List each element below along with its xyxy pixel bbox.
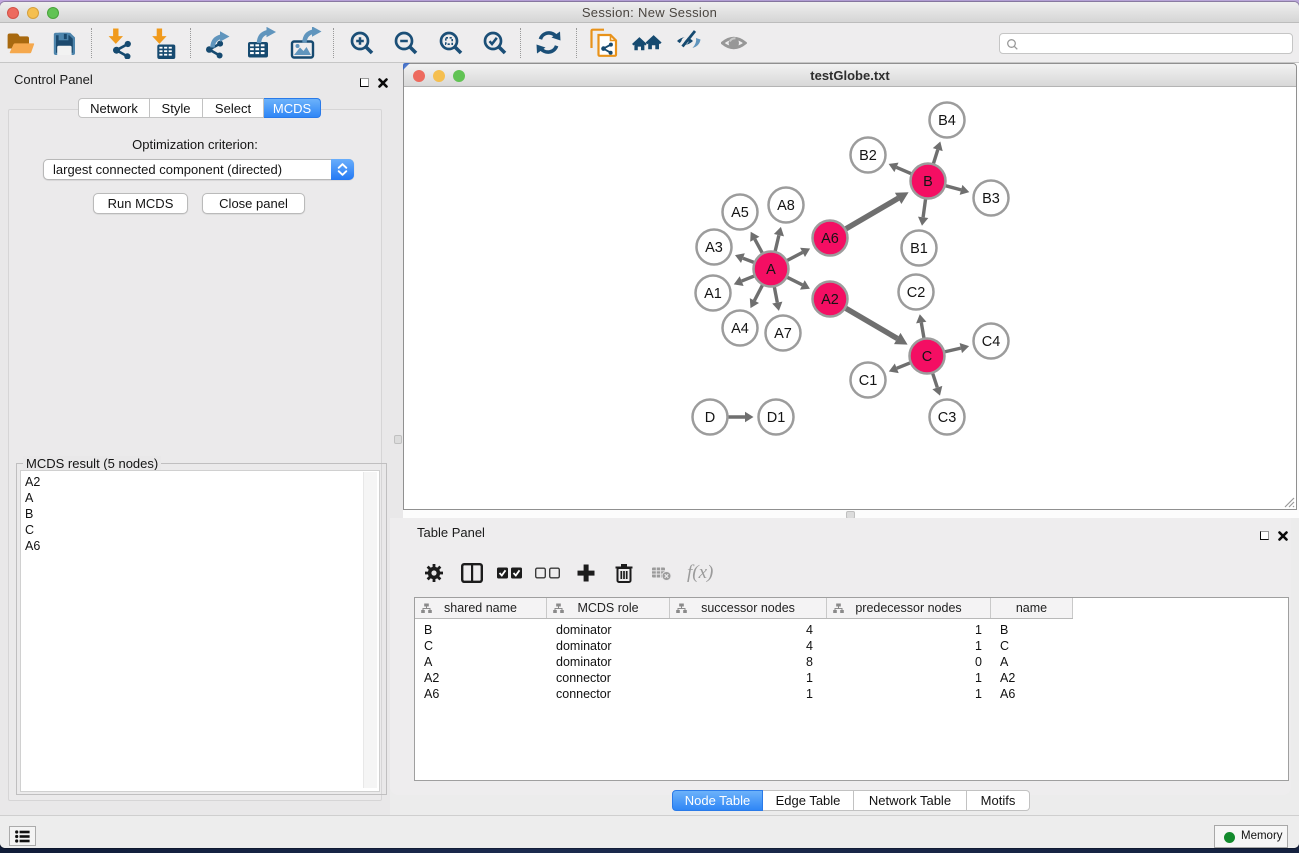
svg-text:A: A bbox=[766, 262, 776, 278]
svg-text:C4: C4 bbox=[982, 334, 1001, 350]
svg-text:B3: B3 bbox=[982, 191, 1000, 207]
svg-text:B2: B2 bbox=[859, 148, 877, 164]
svg-text:B: B bbox=[923, 174, 933, 190]
svg-text:A7: A7 bbox=[774, 326, 792, 342]
svg-text:A1: A1 bbox=[704, 286, 722, 302]
svg-text:C3: C3 bbox=[938, 410, 957, 426]
svg-text:C1: C1 bbox=[859, 373, 878, 389]
svg-text:A6: A6 bbox=[821, 231, 839, 247]
svg-text:A3: A3 bbox=[705, 240, 723, 256]
svg-text:D: D bbox=[705, 410, 715, 426]
svg-text:C: C bbox=[922, 349, 932, 365]
svg-text:A2: A2 bbox=[821, 292, 839, 308]
svg-text:A8: A8 bbox=[777, 198, 795, 214]
svg-text:C2: C2 bbox=[907, 285, 926, 301]
svg-text:A4: A4 bbox=[731, 321, 749, 337]
svg-text:B1: B1 bbox=[910, 241, 928, 257]
svg-text:A5: A5 bbox=[731, 205, 749, 221]
svg-text:B4: B4 bbox=[938, 113, 956, 129]
svg-text:D1: D1 bbox=[767, 410, 786, 426]
